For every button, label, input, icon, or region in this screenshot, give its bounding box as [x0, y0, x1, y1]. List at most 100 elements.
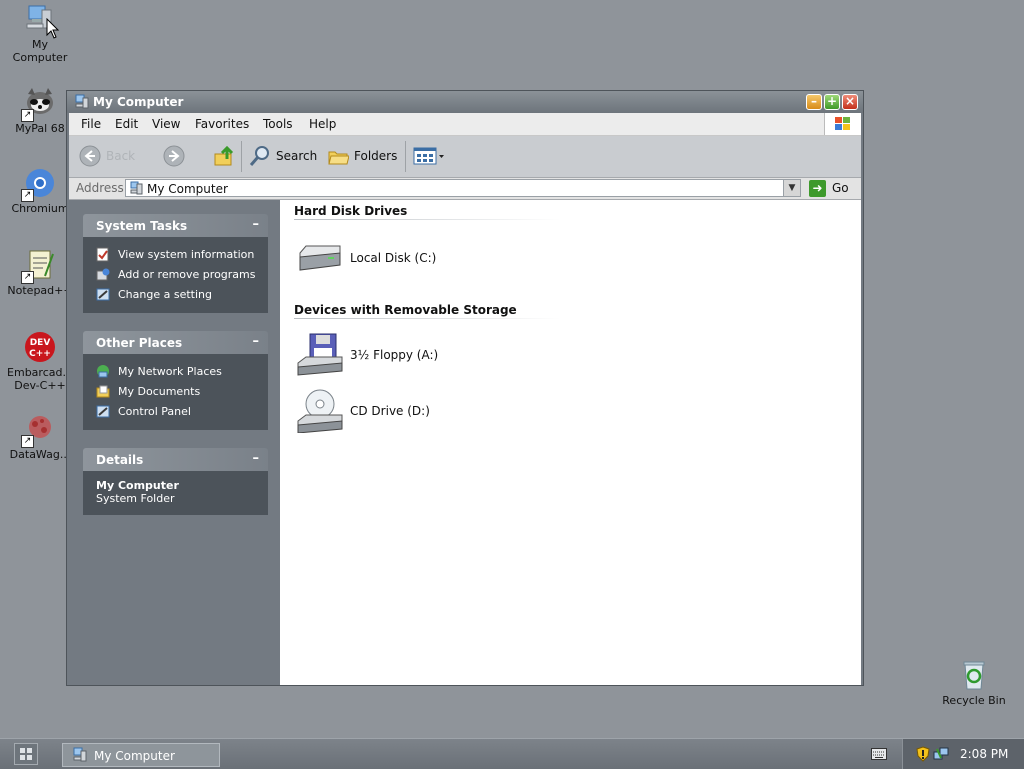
folders-button[interactable]: Folders	[327, 144, 397, 168]
desktop-icon-label: Recycle Bin	[942, 694, 1006, 707]
toolbar-separator	[405, 141, 406, 172]
address-label: Address	[76, 181, 124, 195]
network-places-icon	[96, 364, 110, 382]
toolbar-separator	[241, 141, 242, 172]
panel-title: System Tasks	[96, 219, 188, 233]
search-icon	[249, 146, 269, 166]
add-remove-programs-icon	[96, 267, 110, 285]
go-button[interactable]: ➜ Go	[809, 179, 849, 197]
collapse-icon[interactable]: –	[253, 451, 260, 466]
title-bar[interactable]: My Computer – + ×	[67, 91, 863, 113]
drive-cd-d[interactable]: CD Drive (D:)	[296, 389, 430, 433]
back-arrow-icon	[79, 145, 101, 167]
up-folder-button[interactable]	[213, 144, 235, 168]
my-documents-icon	[96, 384, 110, 402]
minimize-button[interactable]: –	[806, 94, 822, 110]
views-button[interactable]	[413, 144, 445, 168]
menu-tools[interactable]: Tools	[263, 117, 293, 131]
network-connection-icon[interactable]	[933, 746, 949, 765]
group-header-removable-storage: Devices with Removable Storage	[294, 303, 517, 317]
menu-bar: File Edit View Favorites Tools Help	[69, 113, 861, 136]
menu-view[interactable]: View	[152, 117, 180, 131]
explorer-window: My Computer – + × File Edit View Favorit…	[66, 90, 864, 686]
drive-label: 3½ Floppy (A:)	[350, 348, 439, 362]
computer-icon	[130, 181, 143, 198]
svg-text:DEV: DEV	[30, 338, 51, 348]
floppy-drive-icon	[297, 333, 343, 376]
chevron-down-icon: ▼	[788, 183, 796, 193]
security-shield-icon[interactable]	[916, 746, 930, 765]
menu-file[interactable]: File	[81, 117, 101, 131]
go-label: Go	[832, 181, 849, 195]
address-input[interactable]: My Computer ▼	[125, 179, 801, 197]
collapse-icon[interactable]: –	[253, 334, 260, 349]
place-control-panel[interactable]: Control Panel	[83, 402, 268, 422]
details-header[interactable]: Details –	[83, 448, 268, 471]
group-header-hard-disk-drives: Hard Disk Drives	[294, 204, 408, 218]
hard-disk-icon	[299, 245, 341, 271]
desktop-icon-recycle-bin[interactable]: Recycle Bin	[938, 658, 1010, 707]
cd-drive-icon	[297, 389, 343, 433]
taskbar: My Computer 2:08 PM	[0, 738, 1024, 769]
collapse-icon[interactable]: –	[253, 217, 260, 232]
search-button[interactable]: Search	[249, 144, 317, 168]
search-label: Search	[276, 149, 318, 163]
address-bar: Address My Computer ▼ ➜ Go	[69, 178, 861, 200]
task-view-system-information[interactable]: View system information	[83, 245, 268, 265]
content-area: Hard Disk Drives Local Disk (C:) Devices…	[280, 200, 861, 685]
other-places-header[interactable]: Other Places –	[83, 331, 268, 354]
desktop-icon-my-computer[interactable]: My Computer	[4, 2, 76, 64]
toolbar: Back Search Folders	[69, 136, 861, 178]
system-tasks-header[interactable]: System Tasks –	[83, 214, 268, 237]
menu-favorites[interactable]: Favorites	[195, 117, 249, 131]
maximize-button[interactable]: +	[824, 94, 840, 110]
details-panel: Details – My Computer System Folder	[83, 448, 268, 515]
menu-edit[interactable]: Edit	[115, 117, 138, 131]
desktop-icon-label: My Computer	[12, 38, 68, 64]
computer-icon	[75, 94, 89, 112]
menu-help[interactable]: Help	[309, 117, 336, 131]
place-my-documents[interactable]: My Documents	[83, 382, 268, 402]
devcpp-icon: DEV C++	[23, 330, 57, 364]
place-my-network-places[interactable]: My Network Places	[83, 362, 268, 382]
windows-logo-icon	[824, 113, 861, 135]
details-name: My Computer	[96, 479, 179, 492]
datawag-icon: ↗	[21, 412, 57, 448]
views-icon	[413, 147, 444, 165]
keyboard-icon[interactable]	[871, 748, 887, 763]
mouse-cursor-icon	[46, 18, 60, 39]
forward-arrow-icon	[163, 145, 185, 167]
control-panel-icon	[96, 287, 110, 305]
drive-floppy-a[interactable]: 3½ Floppy (A:)	[296, 333, 438, 377]
chromium-icon: ↗	[21, 166, 57, 202]
system-tray: 2:08 PM	[902, 739, 1024, 769]
task-change-setting[interactable]: Change a setting	[83, 285, 268, 305]
clock[interactable]: 2:08 PM	[960, 747, 1008, 761]
window-title: My Computer	[93, 95, 184, 109]
task-add-remove-programs[interactable]: Add or remove programs	[83, 265, 268, 285]
close-button[interactable]: ×	[842, 94, 858, 110]
notepad-icon: ↗	[21, 248, 57, 284]
system-tasks-panel: System Tasks – View system information A…	[83, 214, 268, 313]
system-info-icon	[96, 247, 110, 265]
group-divider	[294, 219, 560, 220]
folders-icon	[328, 151, 349, 165]
drive-label: Local Disk (C:)	[350, 251, 437, 265]
recycle-bin-icon	[957, 658, 991, 692]
address-dropdown-button[interactable]: ▼	[783, 180, 800, 196]
folders-label: Folders	[354, 149, 398, 163]
other-places-panel: Other Places – My Network Places My Docu…	[83, 331, 268, 430]
start-button[interactable]	[14, 743, 38, 765]
drive-local-disk-c[interactable]: Local Disk (C:)	[296, 236, 436, 280]
taskbar-item-my-computer[interactable]: My Computer	[62, 743, 220, 767]
control-panel-icon	[96, 404, 110, 422]
raccoon-icon: ↗	[21, 86, 57, 122]
task-pane: System Tasks – View system information A…	[69, 200, 280, 685]
up-folder-icon	[214, 145, 234, 166]
go-arrow-icon: ➜	[809, 179, 826, 197]
back-button[interactable]: Back	[79, 144, 135, 168]
computer-icon	[73, 747, 87, 765]
panel-title: Details	[96, 453, 144, 467]
forward-button[interactable]	[163, 144, 185, 168]
group-divider	[294, 318, 560, 319]
